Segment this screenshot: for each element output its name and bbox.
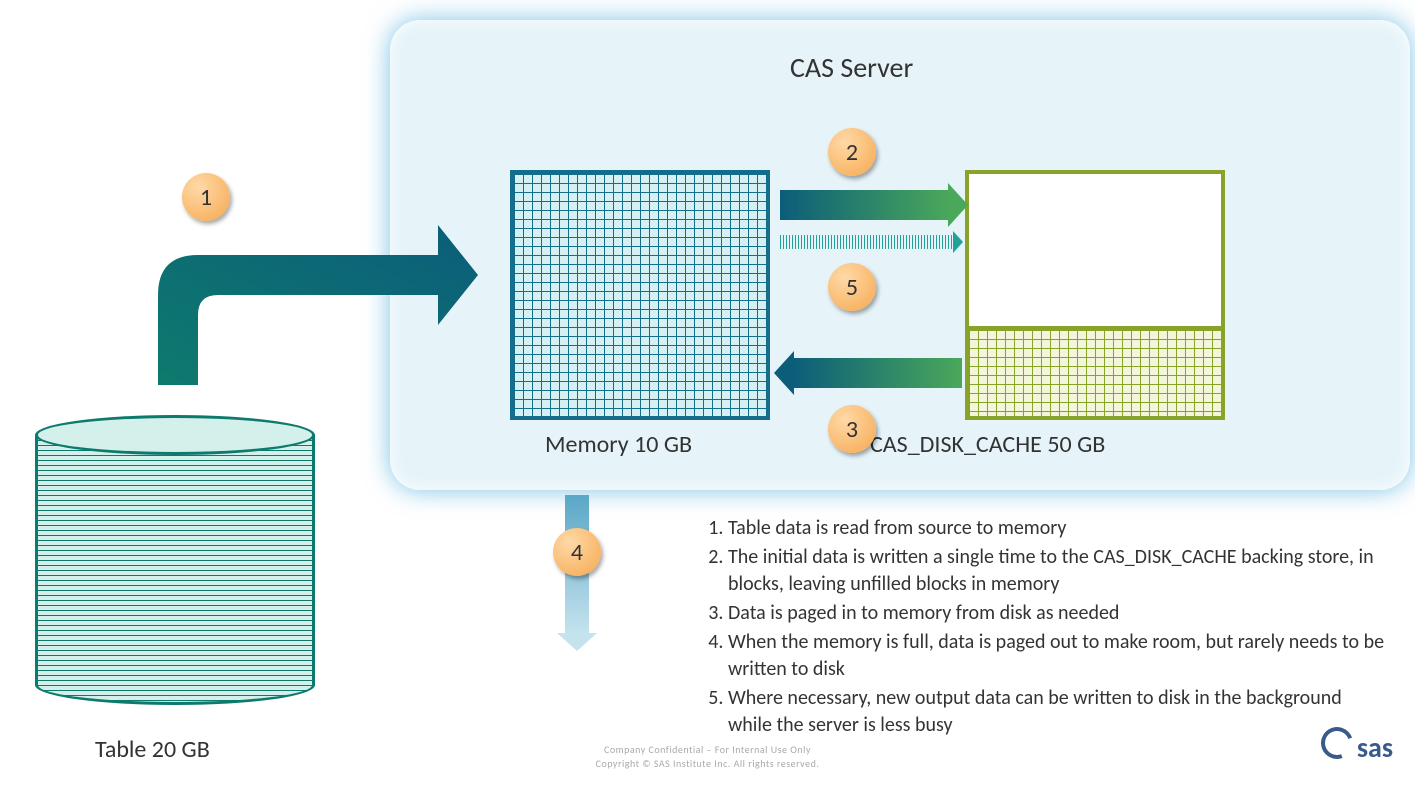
step-1: Table data is read from source to memory — [728, 515, 1390, 542]
badge-2: 2 — [828, 128, 876, 176]
steps-list: Table data is read from source to memory… — [690, 515, 1390, 741]
footer: Company Confidential – For Internal Use … — [0, 743, 1415, 771]
arrow-1-icon — [138, 185, 478, 385]
cache-fill — [969, 326, 1221, 416]
step-2: The initial data is written a single tim… — [728, 544, 1390, 598]
arrow-2-icon — [780, 190, 950, 220]
footer-line1: Company Confidential – For Internal Use … — [0, 743, 1415, 757]
badge-4: 4 — [553, 528, 601, 576]
step-4: When the memory is full, data is paged o… — [728, 629, 1390, 683]
badge-3: 3 — [828, 405, 876, 453]
footer-line2: Copyright © SAS Institute Inc. All right… — [0, 757, 1415, 771]
badge-1: 1 — [182, 173, 230, 221]
sas-logo: sas — [1321, 727, 1393, 765]
table-cylinder-icon — [35, 415, 315, 725]
arrow-3-icon — [792, 358, 962, 388]
cache-label: CAS_DISK_CACHE 50 GB — [870, 430, 1105, 459]
memory-box — [510, 170, 770, 420]
badge-5: 5 — [828, 263, 876, 311]
cache-box — [965, 170, 1225, 420]
step-3: Data is paged in to memory from disk as … — [728, 600, 1390, 627]
cas-server-title: CAS Server — [790, 50, 913, 85]
memory-label: Memory 10 GB — [545, 430, 692, 459]
step-5: Where necessary, new output data can be … — [728, 685, 1390, 739]
arrow-5-icon — [780, 235, 955, 249]
